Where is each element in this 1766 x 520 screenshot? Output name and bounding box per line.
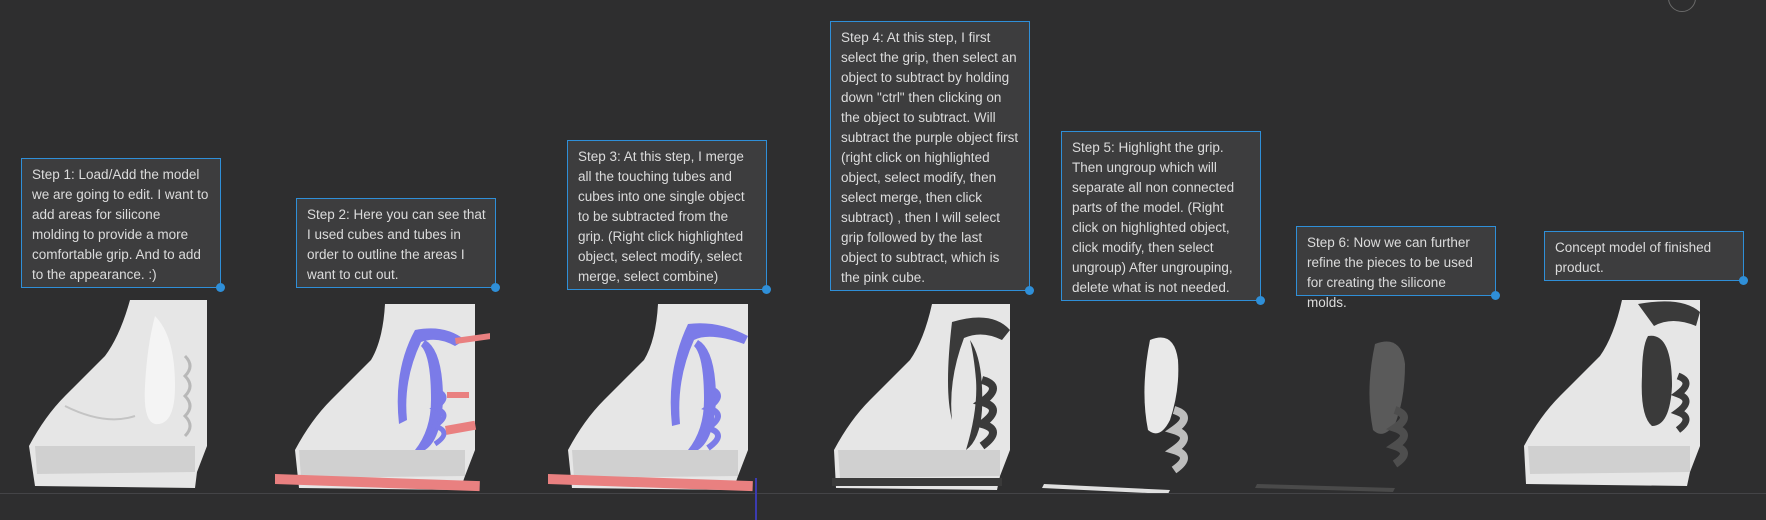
grip-model-finished[interactable] (1522, 296, 1702, 492)
grip-model-original[interactable] (25, 296, 215, 492)
step-6-note[interactable]: Step 6: Now we can further refine the pi… (1296, 226, 1500, 310)
step-2-text: Step 2: Here you can see that I used cub… (307, 207, 486, 282)
step-6-text: Step 6: Now we can further refine the pi… (1307, 235, 1473, 310)
grip-model-step-2[interactable] (275, 300, 490, 495)
step-3-text: Step 3: At this step, I merge all the to… (578, 149, 745, 284)
note-anchor-handle[interactable] (1025, 286, 1034, 295)
note-anchor-handle[interactable] (216, 283, 225, 292)
view-cube-icon[interactable] (1668, 0, 1696, 12)
step-4-text: Step 4: At this step, I first select the… (841, 30, 1019, 285)
note-anchor-handle[interactable] (1256, 296, 1265, 305)
note-anchor-handle[interactable] (1739, 276, 1748, 285)
grip-parts-step-6[interactable] (1255, 330, 1435, 495)
step-1-text: Step 1: Load/Add the model we are going … (32, 167, 209, 282)
step-4-note[interactable]: Step 4: At this step, I first select the… (830, 21, 1034, 295)
note-anchor-handle[interactable] (1491, 291, 1500, 300)
step-5-text: Step 5: Highlight the grip. Then ungroup… (1072, 140, 1235, 295)
note-anchor-handle[interactable] (491, 283, 500, 292)
note-anchor-handle[interactable] (762, 285, 771, 294)
step-1-note[interactable]: Step 1: Load/Add the model we are going … (21, 158, 225, 292)
axis-indicator (755, 478, 757, 520)
final-text: Concept model of finished product. (1555, 240, 1712, 275)
ground-line (0, 493, 1766, 494)
grip-model-step-4[interactable] (832, 300, 1012, 495)
final-note[interactable]: Concept model of finished product. (1544, 231, 1748, 285)
step-2-note[interactable]: Step 2: Here you can see that I used cub… (296, 198, 500, 292)
step-3-note[interactable]: Step 3: At this step, I merge all the to… (567, 140, 771, 294)
step-5-note[interactable]: Step 5: Highlight the grip. Then ungroup… (1061, 131, 1265, 305)
grip-parts-step-5[interactable] (1040, 330, 1220, 495)
grip-model-step-3[interactable] (548, 300, 763, 495)
